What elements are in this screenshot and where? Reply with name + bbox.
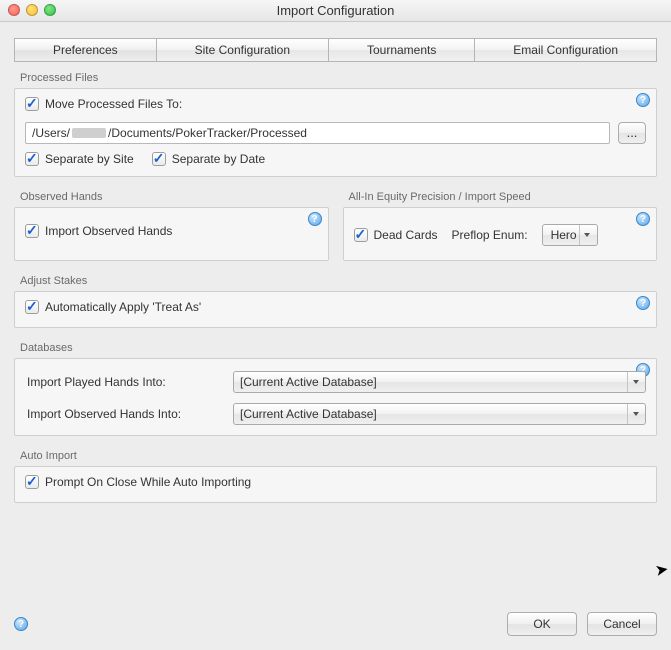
check-icon [152,152,166,166]
played-hands-select[interactable]: [Current Active Database] [233,371,646,393]
path-prefix: /Users/ [32,123,70,143]
tab-site-configuration[interactable]: Site Configuration [156,38,328,62]
content-area: Preferences Site Configuration Tournamen… [0,22,671,515]
group-label-observed-hands: Observed Hands [20,191,329,203]
checkbox-treat-as[interactable]: Automatically Apply 'Treat As' [25,300,201,314]
chevron-down-icon [627,404,643,424]
check-icon [25,475,39,489]
checkbox-separate-by-site[interactable]: Separate by Site [25,152,134,166]
panel-adjust-stakes: ? Automatically Apply 'Treat As' [14,291,657,328]
checkbox-label: Dead Cards [374,228,438,242]
titlebar: Import Configuration [0,0,671,22]
checkbox-label: Separate by Date [172,152,265,166]
checkbox-move-processed[interactable]: Move Processed Files To: [25,97,182,111]
help-icon[interactable]: ? [308,212,322,226]
played-hands-label: Import Played Hands Into: [25,375,225,389]
window-controls [8,4,56,16]
select-value: [Current Active Database] [240,375,377,389]
tab-email-configuration[interactable]: Email Configuration [474,38,657,62]
zoom-window-button[interactable] [44,4,56,16]
tab-tournaments[interactable]: Tournaments [328,38,474,62]
panel-observed-hands: ? Import Observed Hands [14,207,329,261]
path-suffix: /Documents/PokerTracker/Processed [108,123,307,143]
bottom-bar: ? OK Cancel [14,612,657,636]
chevron-down-icon [627,372,643,392]
close-window-button[interactable] [8,4,20,16]
help-icon[interactable]: ? [14,617,28,631]
panel-auto-import: Prompt On Close While Auto Importing [14,466,657,503]
ok-button[interactable]: OK [507,612,577,636]
tab-preferences[interactable]: Preferences [14,38,156,62]
checkbox-dead-cards[interactable]: Dead Cards [354,228,438,242]
checkbox-separate-by-date[interactable]: Separate by Date [152,152,265,166]
checkbox-label: Import Observed Hands [45,224,172,238]
panel-processed-files: ? Move Processed Files To: /Users/ /Docum… [14,88,657,177]
group-label-processed-files: Processed Files [20,72,657,84]
mouse-cursor-icon: ➤ [653,559,670,581]
observed-hands-label: Import Observed Hands Into: [25,407,225,421]
observed-hands-select[interactable]: [Current Active Database] [233,403,646,425]
group-label-allin-equity: All-In Equity Precision / Import Speed [349,191,658,203]
group-label-databases: Databases [20,342,657,354]
select-value: Hero [551,228,577,242]
select-value: [Current Active Database] [240,407,377,421]
help-icon[interactable]: ? [636,93,650,107]
browse-button[interactable]: ... [618,122,646,144]
checkbox-label: Move Processed Files To: [45,97,182,111]
preflop-enum-select[interactable]: Hero [542,224,598,246]
minimize-window-button[interactable] [26,4,38,16]
panel-allin-equity: ? Dead Cards Preflop Enum: Hero [343,207,658,261]
redacted-segment [72,128,106,138]
cancel-button[interactable]: Cancel [587,612,657,636]
check-icon [354,228,368,242]
checkbox-label: Automatically Apply 'Treat As' [45,300,201,314]
check-icon [25,97,39,111]
group-label-adjust-stakes: Adjust Stakes [20,275,657,287]
help-icon[interactable]: ? [636,296,650,310]
panel-databases: ? Import Played Hands Into: [Current Act… [14,358,657,436]
help-icon[interactable]: ? [636,212,650,226]
window-title: Import Configuration [277,3,395,18]
check-icon [25,224,39,238]
preflop-enum-label: Preflop Enum: [452,228,528,242]
check-icon [25,300,39,314]
processed-path-input[interactable]: /Users/ /Documents/PokerTracker/Processed [25,122,610,144]
checkbox-prompt-on-close[interactable]: Prompt On Close While Auto Importing [25,475,251,489]
chevron-down-icon [579,225,595,245]
checkbox-label: Prompt On Close While Auto Importing [45,475,251,489]
check-icon [25,152,39,166]
group-label-auto-import: Auto Import [20,450,657,462]
checkbox-import-observed[interactable]: Import Observed Hands [25,224,172,238]
tab-bar: Preferences Site Configuration Tournamen… [14,38,657,62]
checkbox-label: Separate by Site [45,152,134,166]
